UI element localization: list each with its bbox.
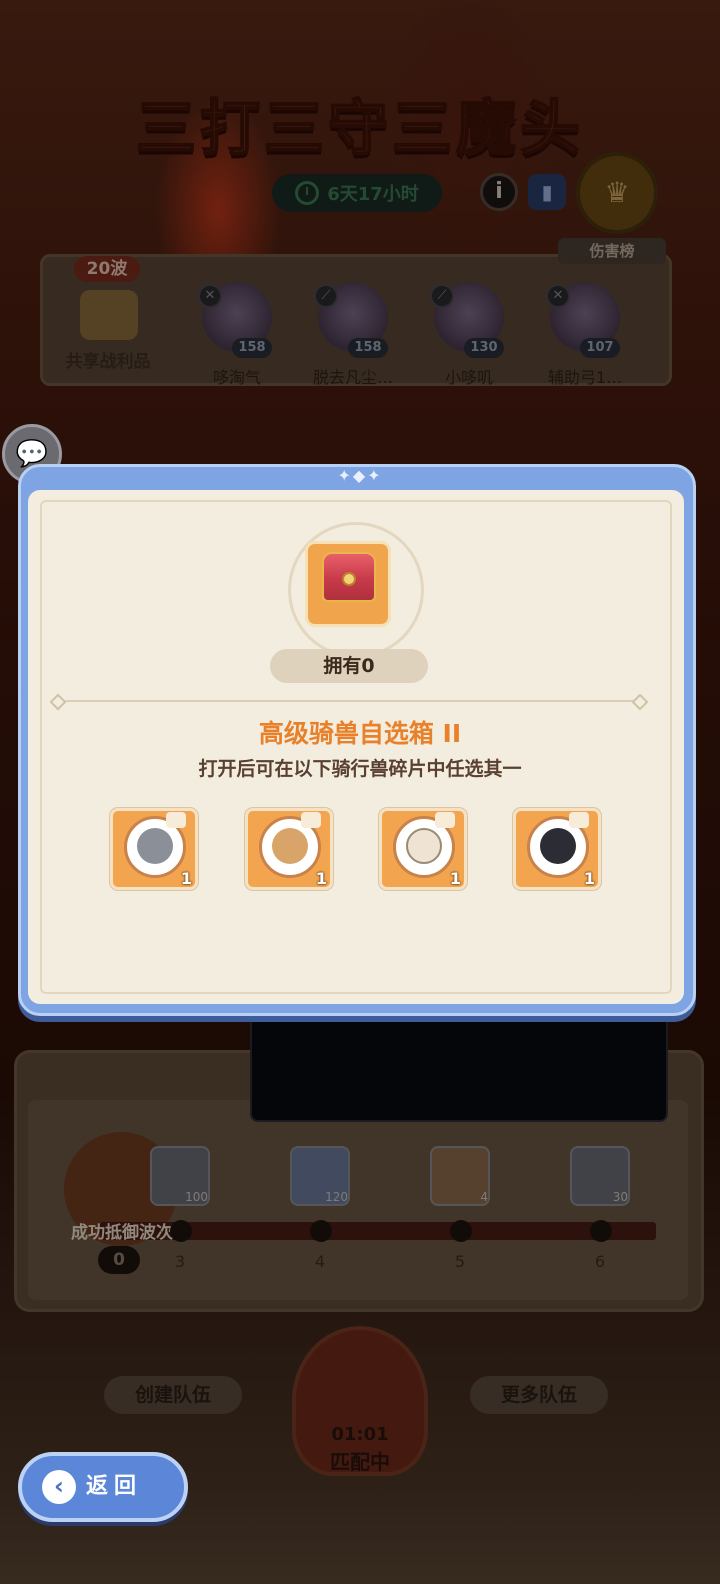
mount-fox-icon xyxy=(272,828,308,864)
item-description: 打开后可在以下骑行兽碎片中任选其一 xyxy=(198,758,522,780)
modal-ornament: ✦◆✦ xyxy=(337,466,383,485)
mount-cat-icon xyxy=(540,828,576,864)
option-count: 1 xyxy=(315,869,327,888)
puzzle-piece-icon xyxy=(435,812,455,828)
mount-shard-option[interactable]: 1 xyxy=(379,808,467,890)
puzzle-piece-icon xyxy=(166,812,186,828)
option-count: 1 xyxy=(583,869,595,888)
mount-shard-option[interactable]: 1 xyxy=(110,808,198,890)
mount-zebra-icon xyxy=(137,828,173,864)
back-label: 返回 xyxy=(86,1474,143,1499)
mount-shard-option[interactable]: 1 xyxy=(513,808,601,890)
option-count: 1 xyxy=(449,869,461,888)
item-name: 高级骑兽自选箱 II xyxy=(258,719,462,748)
mount-shard-option[interactable]: 1 xyxy=(245,808,333,890)
back-arrow-icon: ‹ xyxy=(42,1470,76,1504)
mount-bear-icon xyxy=(406,828,442,864)
owned-count: 拥有0 xyxy=(270,649,428,683)
puzzle-piece-icon xyxy=(301,812,321,828)
option-count: 1 xyxy=(180,869,192,888)
chest-lock-icon xyxy=(342,572,356,586)
divider xyxy=(56,700,640,702)
puzzle-piece-icon xyxy=(569,812,589,828)
